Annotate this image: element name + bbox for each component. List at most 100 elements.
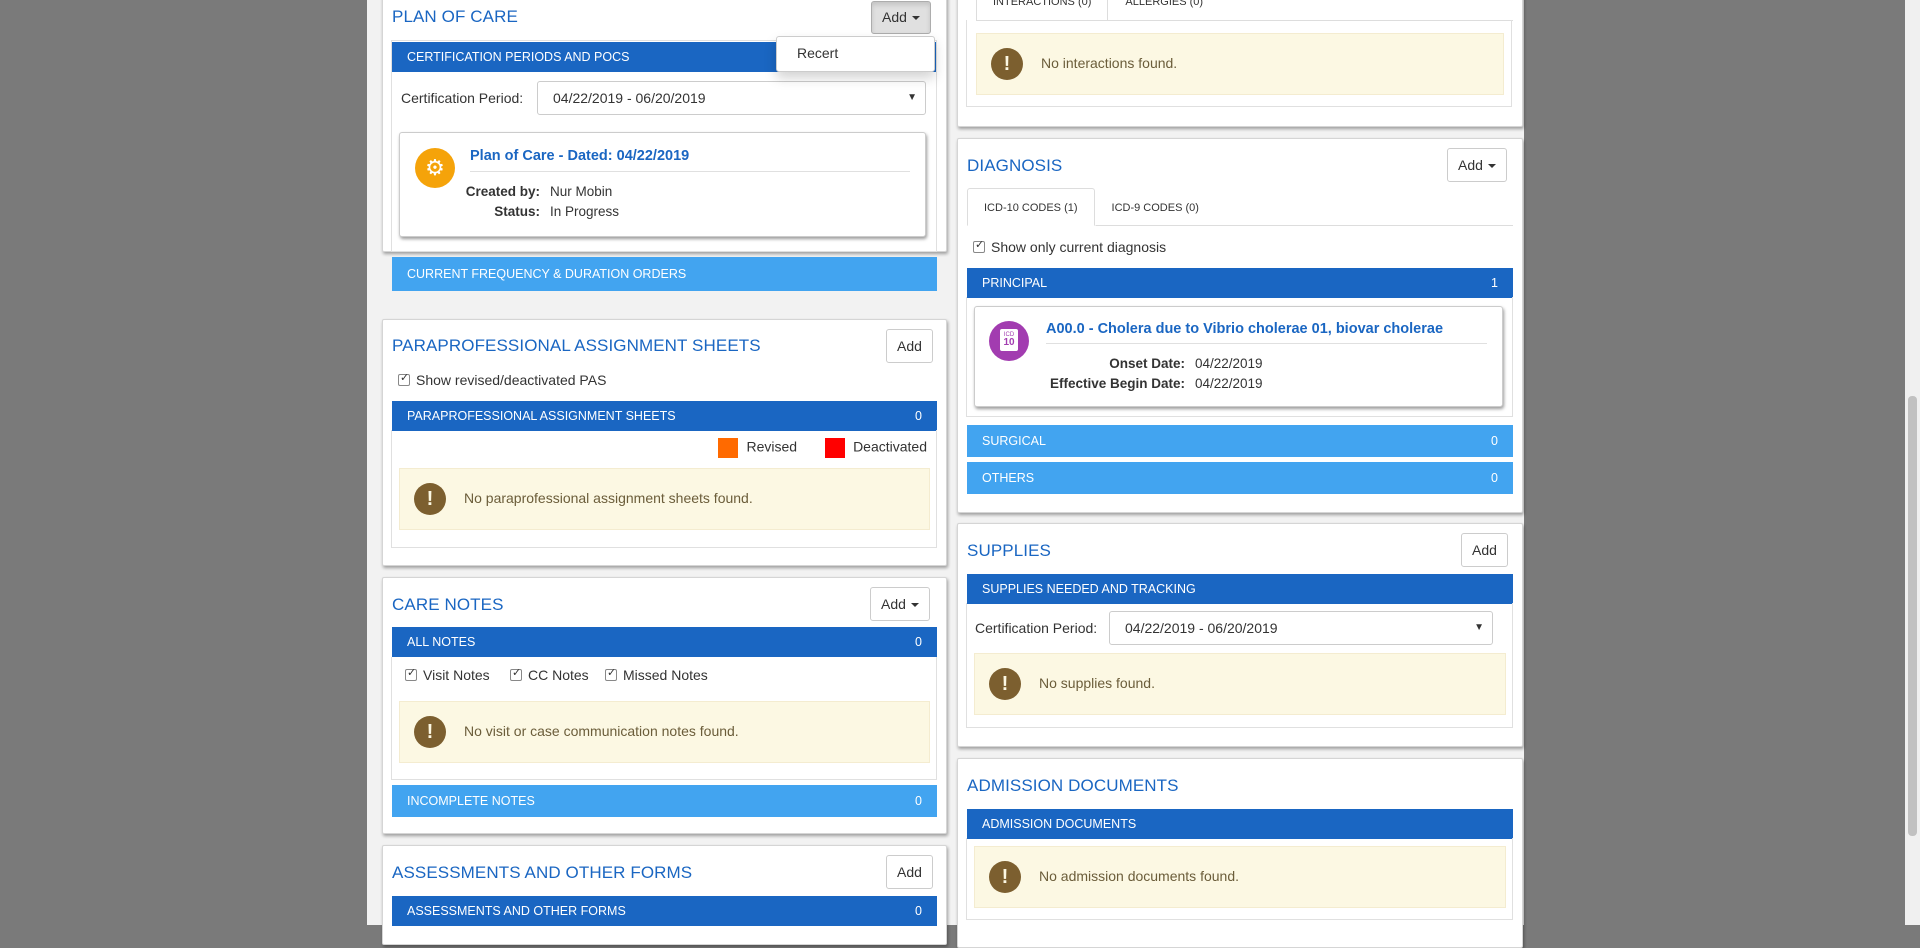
card-divider [470, 171, 910, 172]
principal-count: 1 [1491, 276, 1498, 290]
supplies-empty-message: No supplies found. [1039, 675, 1155, 691]
scrollbar-thumb[interactable] [1908, 396, 1917, 836]
tab-icd9[interactable]: ICD-9 CODES (0) [1094, 188, 1216, 226]
card-divider [1046, 343, 1487, 344]
caret-down-icon [910, 603, 919, 608]
pas-empty-alert: ! No paraprofessional assignment sheets … [399, 468, 930, 530]
diagnosis-add-button[interactable]: Add [1447, 148, 1507, 182]
diagnosis-title: DIAGNOSIS [967, 156, 1063, 175]
tab-interactions[interactable]: INTERACTIONS (0) [976, 0, 1109, 21]
pas-bar[interactable]: PARAPROFESSIONAL ASSIGNMENT SHEETS 0 [392, 401, 937, 431]
recert-menu-item[interactable]: Recert [797, 45, 838, 61]
others-bar[interactable]: OTHERS 0 [967, 462, 1513, 494]
plan-of-care-card[interactable]: ⚙ Plan of Care - Dated: 04/22/2019 Creat… [399, 132, 926, 237]
cert-period-value: 04/22/2019 - 06/20/2019 [553, 90, 706, 106]
add-label: Add [1458, 157, 1483, 173]
legend-deactivated-label: Deactivated [853, 438, 927, 455]
diagnosis-panel: DIAGNOSIS Add ICD-10 CODES (1) ICD-9 COD… [957, 138, 1523, 513]
pas-count: 0 [915, 409, 922, 423]
supplies-cert-period-value: 04/22/2019 - 06/20/2019 [1125, 620, 1278, 636]
checkbox-checked-icon[interactable] [405, 666, 417, 681]
exclamation-icon: ! [414, 716, 446, 748]
tabs-underline [976, 20, 1513, 21]
checkbox-checked-icon[interactable] [973, 238, 985, 253]
exclamation-icon: ! [991, 48, 1023, 80]
add-label: Add [1472, 542, 1497, 558]
filter-label: Visit Notes [423, 667, 490, 683]
checkbox-checked-icon[interactable] [398, 371, 410, 386]
plan-of-care-card-title[interactable]: Plan of Care - Dated: 04/22/2019 [470, 148, 689, 164]
pas-legend: Revised Deactivated [718, 438, 927, 458]
interactions-tabs: INTERACTIONS (0) ALLERGIES (0) [976, 0, 1221, 21]
select-arrow-icon: ▼ [1474, 622, 1484, 633]
pas-add-button[interactable]: Add [886, 329, 933, 363]
cc-notes-filter[interactable]: CC Notes [510, 666, 589, 683]
icd10-icon: ICD 10 [989, 321, 1029, 361]
tab-allergies[interactable]: ALLERGIES (0) [1108, 0, 1221, 21]
effective-begin-value: 04/22/2019 [1195, 376, 1263, 391]
diagnosis-card-title[interactable]: A00.0 - Cholera due to Vibrio cholerae 0… [1046, 321, 1443, 337]
supplies-cert-period-label: Certification Period: [975, 620, 1098, 636]
onset-date-label: Onset Date: [1109, 356, 1185, 371]
supplies-bar[interactable]: SUPPLIES NEEDED AND TRACKING [967, 574, 1513, 604]
tabs-underline [1192, 225, 1513, 226]
pas-panel: PARAPROFESSIONAL ASSIGNMENT SHEETS Add S… [382, 319, 947, 566]
assessments-count: 0 [915, 904, 922, 918]
bar-label: SURGICAL [982, 434, 1046, 448]
created-by-value: Nur Mobin [550, 184, 613, 199]
bar-label: ALL NOTES [407, 635, 476, 649]
legend-revised: Revised [718, 438, 797, 458]
principal-bar[interactable]: PRINCIPAL 1 [967, 268, 1513, 298]
cert-period-select[interactable]: 04/22/2019 - 06/20/2019 ▼ [537, 81, 926, 115]
checkbox-checked-icon[interactable] [605, 666, 617, 681]
bar-label: INCOMPLETE NOTES [407, 794, 535, 808]
supplies-cert-period-select[interactable]: 04/22/2019 - 06/20/2019 ▼ [1109, 611, 1493, 645]
assessments-bar[interactable]: ASSESSMENTS AND OTHER FORMS 0 [392, 896, 937, 926]
show-current-diagnosis-checkbox[interactable]: Show only current diagnosis [973, 238, 1167, 255]
surgical-bar[interactable]: SURGICAL 0 [967, 425, 1513, 457]
onset-date-value: 04/22/2019 [1195, 356, 1263, 371]
missed-notes-filter[interactable]: Missed Notes [605, 666, 708, 683]
bar-label: SUPPLIES NEEDED AND TRACKING [982, 582, 1196, 596]
icd-number: 10 [1003, 337, 1015, 348]
care-notes-empty-alert: ! No visit or case communication notes f… [399, 701, 930, 763]
legend-revised-label: Revised [746, 438, 798, 455]
admission-panel: ADMISSION DOCUMENTS ADMISSION DOCUMENTS … [957, 758, 1523, 948]
select-arrow-icon: ▼ [907, 92, 917, 103]
supplies-add-button[interactable]: Add [1461, 533, 1508, 567]
legend-deactivated: Deactivated [825, 438, 927, 458]
frequency-duration-bar[interactable]: CURRENT FREQUENCY & DURATION ORDERS [392, 257, 937, 291]
assessments-add-button[interactable]: Add [886, 855, 933, 889]
all-notes-count: 0 [915, 635, 922, 649]
pas-empty-message: No paraprofessional assignment sheets fo… [464, 490, 753, 506]
diagnosis-card[interactable]: ICD 10 A00.0 - Cholera due to Vibrio cho… [974, 306, 1503, 407]
care-notes-add-button[interactable]: Add [870, 587, 930, 621]
interactions-empty-alert: ! No interactions found. [976, 33, 1504, 95]
revised-swatch [718, 438, 739, 458]
plan-of-care-add-button[interactable]: Add [871, 1, 931, 34]
filter-label: Missed Notes [623, 667, 708, 683]
all-notes-bar[interactable]: ALL NOTES 0 [392, 627, 937, 657]
incomplete-notes-bar[interactable]: INCOMPLETE NOTES 0 [392, 785, 937, 817]
exclamation-icon: ! [989, 861, 1021, 893]
add-label: Add [897, 864, 922, 880]
tab-icd10[interactable]: ICD-10 CODES (1) [967, 188, 1095, 226]
visit-notes-filter[interactable]: Visit Notes [405, 666, 490, 683]
caret-down-icon [1487, 164, 1496, 169]
admission-bar[interactable]: ADMISSION DOCUMENTS [967, 809, 1513, 839]
show-revised-checkbox[interactable]: Show revised/deactivated PAS [398, 371, 606, 388]
gears-icon: ⚙ [415, 148, 455, 188]
interactions-panel: INTERACTIONS (0) ALLERGIES (0) ! No inte… [957, 0, 1523, 127]
status-label: Status: [494, 204, 540, 219]
assessments-title: ASSESSMENTS AND OTHER FORMS [392, 863, 693, 882]
checkbox-checked-icon[interactable] [510, 666, 522, 681]
bar-label: CURRENT FREQUENCY & DURATION ORDERS [407, 267, 687, 281]
care-notes-panel: CARE NOTES Add ALL NOTES 0 Visit Notes C… [382, 577, 947, 834]
care-notes-title: CARE NOTES [392, 595, 504, 614]
add-label: Add [881, 596, 906, 612]
checkbox-label: Show only current diagnosis [991, 239, 1167, 255]
plan-of-care-title: PLAN OF CARE [392, 7, 518, 26]
supplies-panel: SUPPLIES Add SUPPLIES NEEDED AND TRACKIN… [957, 523, 1523, 747]
bar-label: ASSESSMENTS AND OTHER FORMS [407, 904, 626, 918]
assessments-panel: ASSESSMENTS AND OTHER FORMS Add ASSESSME… [382, 845, 947, 945]
